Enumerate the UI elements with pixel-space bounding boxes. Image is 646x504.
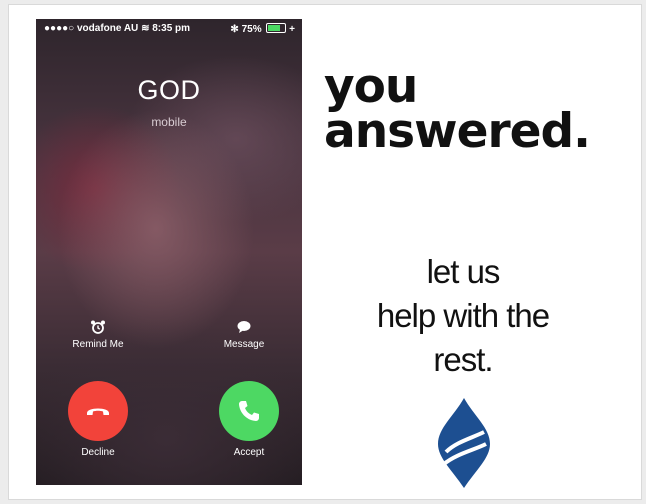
headline-line-2: answered.	[324, 104, 591, 159]
carrier-signal: ●●●●○ vodafone AU	[44, 23, 139, 34]
charging-icon: +	[289, 24, 295, 35]
decline-label: Decline	[81, 447, 115, 458]
hang-up-icon	[87, 408, 109, 415]
status-left: ●●●●○ vodafone AU ≋ 8:35 pm	[44, 23, 190, 34]
phone-icon	[239, 401, 259, 421]
message-label: Message	[223, 339, 265, 350]
caller-name: GOD	[137, 75, 201, 105]
battery-percent: 75%	[241, 24, 262, 35]
incoming-call-screen: ●●●●○ vodafone AU ≋ 8:35 pm ✻ 75% + GOD …	[36, 19, 302, 485]
tagline-line-1: let us	[426, 253, 501, 290]
speech-bubble-icon	[209, 319, 279, 335]
status-right: ✻ 75% +	[230, 23, 295, 35]
bluetooth-icon: ✻	[230, 24, 239, 35]
flame-logo	[438, 398, 490, 488]
caller-label: mobile	[151, 115, 187, 129]
remind-me-button[interactable]: Remind Me	[63, 319, 133, 350]
decline-button[interactable]	[68, 381, 128, 441]
message-button[interactable]: Message	[209, 319, 279, 350]
headline: you answered.	[324, 59, 624, 159]
status-time: 8:35 pm	[152, 23, 191, 34]
status-bar: ●●●●○ vodafone AU ≋ 8:35 pm ✻ 75% +	[36, 19, 302, 39]
remind-me-label: Remind Me	[72, 339, 124, 350]
tagline: let us help with the rest.	[328, 250, 598, 382]
wifi-icon: ≋	[141, 23, 150, 34]
alarm-clock-icon	[63, 319, 133, 335]
battery-fill	[268, 25, 281, 31]
accept-label: Accept	[233, 447, 265, 458]
battery-icon	[266, 23, 287, 33]
headline-line-1: you	[324, 59, 418, 114]
accept-button[interactable]	[219, 381, 279, 441]
tagline-line-2: help with the	[376, 297, 550, 334]
tagline-line-3: rest.	[433, 341, 493, 378]
